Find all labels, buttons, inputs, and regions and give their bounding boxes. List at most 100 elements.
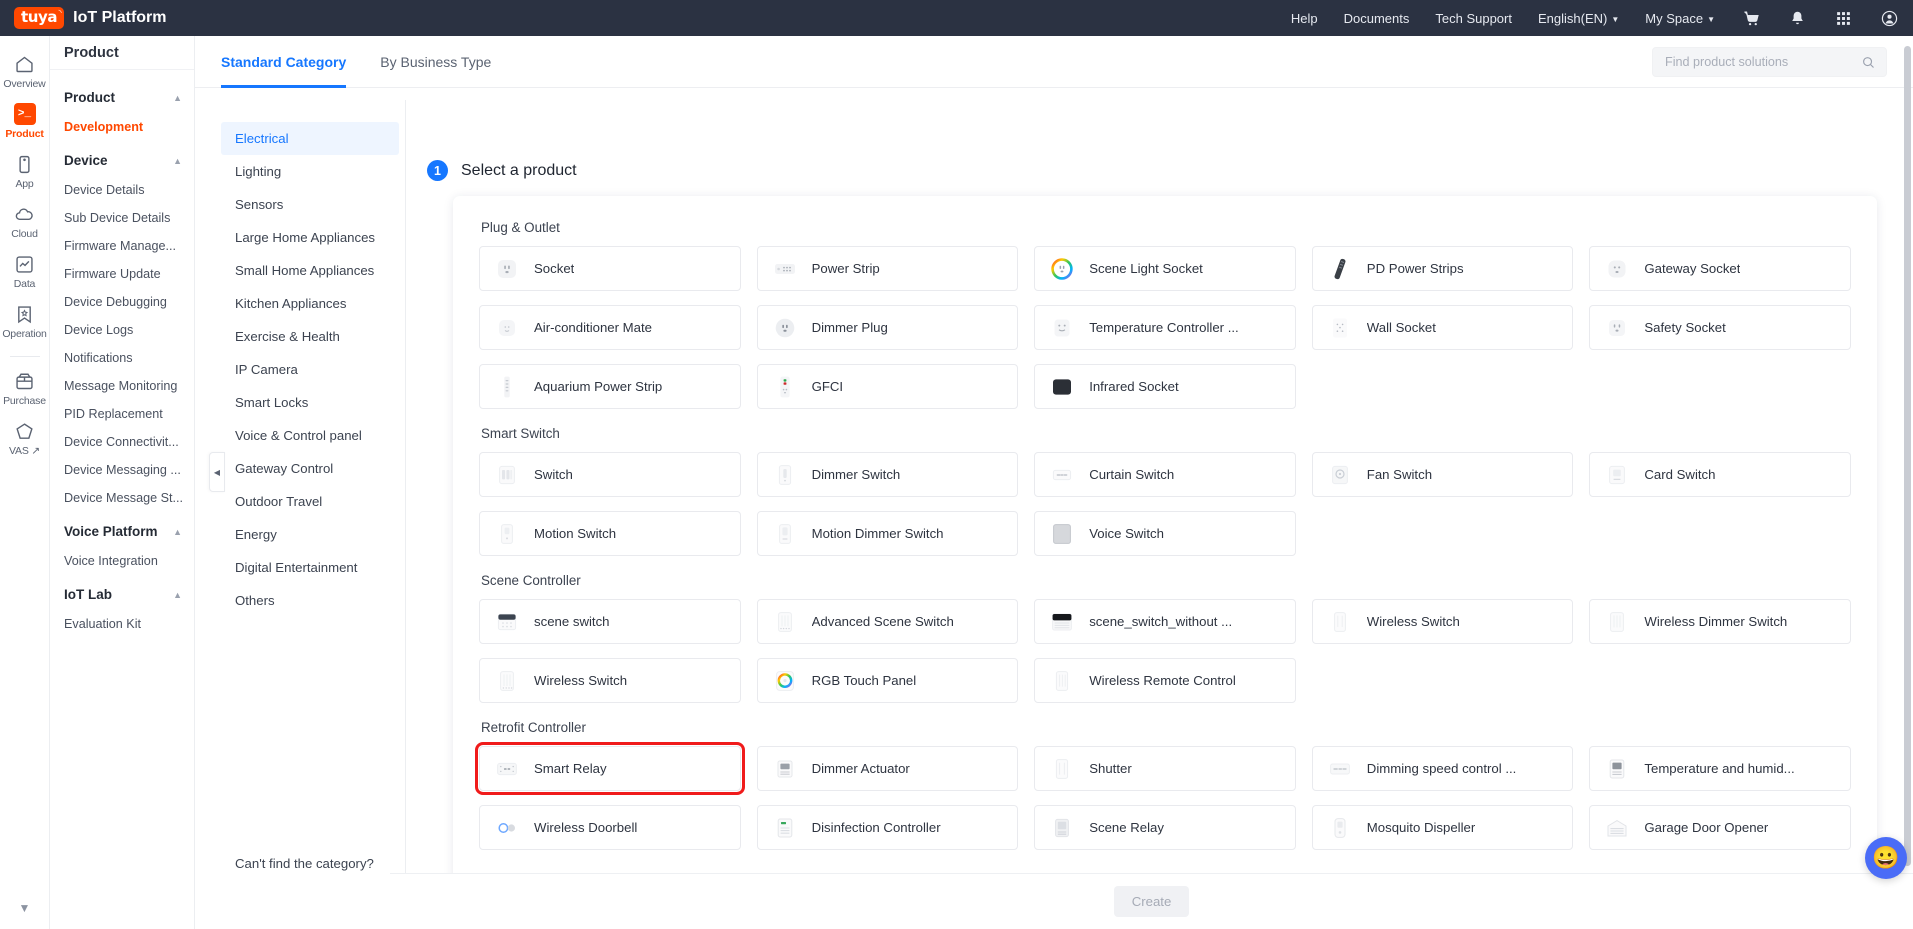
product-tile-fan-switch[interactable]: Fan Switch: [1312, 452, 1574, 497]
rail-item-app[interactable]: App: [0, 146, 50, 196]
sidebar-group-product[interactable]: Product ▲: [50, 78, 194, 113]
sidebar-item-firmware-update[interactable]: Firmware Update: [50, 260, 194, 288]
product-tile-dimmer-switch[interactable]: Dimmer Switch: [757, 452, 1019, 497]
chat-support-widget[interactable]: 😀: [1865, 837, 1907, 879]
category-item-sensors[interactable]: Sensors: [221, 188, 399, 221]
sidebar-item-device-logs[interactable]: Device Logs: [50, 316, 194, 344]
sidebar-item-device-connectivity[interactable]: Device Connectivit...: [50, 428, 194, 456]
product-tile-scene-switch[interactable]: scene switch: [479, 599, 741, 644]
category-item-energy[interactable]: Energy: [221, 518, 399, 551]
category-item-others[interactable]: Others: [221, 584, 399, 617]
sidebar-item-device-debugging[interactable]: Device Debugging: [50, 288, 194, 316]
category-item-small-home-appliances[interactable]: Small Home Appliances: [221, 254, 399, 287]
product-tile-mosquito-dispeller[interactable]: Mosquito Dispeller: [1312, 805, 1574, 850]
product-tile-pd-power-strips[interactable]: PD Power Strips: [1312, 246, 1574, 291]
cant-find-category-link[interactable]: Can't find the category?: [221, 856, 405, 871]
product-tile-card-switch[interactable]: Card Switch: [1589, 452, 1851, 497]
product-tile-scene-relay[interactable]: Scene Relay: [1034, 805, 1296, 850]
category-item-electrical[interactable]: Electrical: [221, 122, 399, 155]
top-link-help[interactable]: Help: [1291, 11, 1318, 26]
rail-item-purchase[interactable]: Purchase: [0, 363, 50, 413]
category-item-gateway-control[interactable]: Gateway Control: [221, 452, 399, 485]
cart-icon[interactable]: [1741, 8, 1761, 28]
sidebar-item-sub-device-details[interactable]: Sub Device Details: [50, 204, 194, 232]
product-tile-gfci[interactable]: GFCI: [757, 364, 1019, 409]
category-item-smart-locks[interactable]: Smart Locks: [221, 386, 399, 419]
product-tile-motion-switch[interactable]: Motion Switch: [479, 511, 741, 556]
rail-item-cloud[interactable]: Cloud: [0, 196, 50, 246]
product-tile-scene-switch-without[interactable]: scene_switch_without ...: [1034, 599, 1296, 644]
search-input[interactable]: [1663, 54, 1861, 70]
product-tile-dimming-speed-control[interactable]: Dimming speed control ...: [1312, 746, 1574, 791]
top-link-tech-support[interactable]: Tech Support: [1435, 11, 1512, 26]
page-scrollbar[interactable]: [1904, 46, 1911, 886]
rail-item-data[interactable]: Data: [0, 246, 50, 296]
sidebar-item-device-details[interactable]: Device Details: [50, 176, 194, 204]
workspace-selector[interactable]: My Space▼: [1645, 11, 1715, 26]
sidebar-item-evaluation-kit[interactable]: Evaluation Kit: [50, 610, 194, 638]
tab-standard-category[interactable]: Standard Category: [221, 36, 346, 88]
category-item-exercise-health[interactable]: Exercise & Health: [221, 320, 399, 353]
category-item-outdoor-travel[interactable]: Outdoor Travel: [221, 485, 399, 518]
brand-logo[interactable]: tuya ◝ IoT Platform: [14, 7, 167, 29]
sidebar-group-device[interactable]: Device ▲: [50, 141, 194, 176]
category-item-kitchen-appliances[interactable]: Kitchen Appliances: [221, 287, 399, 320]
sidebar-item-message-monitoring[interactable]: Message Monitoring: [50, 372, 194, 400]
product-tile-socket[interactable]: Socket: [479, 246, 741, 291]
product-tile-wireless-dimmer-switch[interactable]: Wireless Dimmer Switch: [1589, 599, 1851, 644]
tab-by-business-type[interactable]: By Business Type: [380, 36, 491, 88]
product-tile-temperature-controller[interactable]: Temperature Controller ...: [1034, 305, 1296, 350]
product-search[interactable]: [1652, 47, 1887, 77]
rail-item-product[interactable]: >_ Product: [0, 96, 50, 146]
product-tile-wireless-remote-control[interactable]: Wireless Remote Control: [1034, 658, 1296, 703]
sidebar-item-voice-integration[interactable]: Voice Integration: [50, 547, 194, 575]
category-item-voice-control-panel[interactable]: Voice & Control panel: [221, 419, 399, 452]
rail-item-overview[interactable]: Overview: [0, 46, 50, 96]
rail-item-vas[interactable]: VAS ↗: [0, 413, 50, 463]
category-item-digital-entertainment[interactable]: Digital Entertainment: [221, 551, 399, 584]
product-tile-scene-light-socket[interactable]: Scene Light Socket: [1034, 246, 1296, 291]
product-tile-curtain-switch[interactable]: Curtain Switch: [1034, 452, 1296, 497]
sidebar-group-iot-lab[interactable]: IoT Lab ▲: [50, 575, 194, 610]
category-item-ip-camera[interactable]: IP Camera: [221, 353, 399, 386]
product-tile-motion-dimmer-switch[interactable]: Motion Dimmer Switch: [757, 511, 1019, 556]
top-link-documents[interactable]: Documents: [1344, 11, 1410, 26]
bell-icon[interactable]: [1787, 8, 1807, 28]
scrollbar-thumb[interactable]: [1904, 46, 1911, 866]
sidebar-item-firmware-management[interactable]: Firmware Manage...: [50, 232, 194, 260]
product-tile-infrared-socket[interactable]: Infrared Socket: [1034, 364, 1296, 409]
product-tile-wireless-switch[interactable]: Wireless Switch: [1312, 599, 1574, 644]
rail-item-operation[interactable]: Operation: [0, 296, 50, 346]
sidebar-item-development[interactable]: Development: [50, 113, 194, 141]
rail-collapse-button[interactable]: ▼: [19, 901, 31, 929]
user-avatar-icon[interactable]: [1879, 8, 1899, 28]
category-item-lighting[interactable]: Lighting: [221, 155, 399, 188]
product-tile-gateway-socket[interactable]: Gateway Socket: [1589, 246, 1851, 291]
product-tile-advanced-scene-switch[interactable]: Advanced Scene Switch: [757, 599, 1019, 644]
create-button[interactable]: Create: [1114, 886, 1190, 917]
product-tile-disinfection-controller[interactable]: Disinfection Controller: [757, 805, 1019, 850]
apps-grid-icon[interactable]: [1833, 8, 1853, 28]
product-tile-safety-socket[interactable]: Safety Socket: [1589, 305, 1851, 350]
product-tile-power-strip[interactable]: Power Strip: [757, 246, 1019, 291]
product-tile-garage-door-opener[interactable]: Garage Door Opener: [1589, 805, 1851, 850]
product-tile-wireless-doorbell[interactable]: Wireless Doorbell: [479, 805, 741, 850]
language-selector[interactable]: English(EN)▼: [1538, 11, 1619, 26]
product-tile-voice-switch[interactable]: Voice Switch: [1034, 511, 1296, 556]
sidebar-item-notifications[interactable]: Notifications: [50, 344, 194, 372]
panel-collapse-handle[interactable]: ◀: [209, 452, 225, 492]
product-tile-shutter[interactable]: Shutter: [1034, 746, 1296, 791]
product-tile-wireless-switch-2[interactable]: Wireless Switch: [479, 658, 741, 703]
product-tile-wall-socket[interactable]: Wall Socket: [1312, 305, 1574, 350]
product-tile-air-conditioner-mate[interactable]: Air-conditioner Mate: [479, 305, 741, 350]
sidebar-item-pid-replacement[interactable]: PID Replacement: [50, 400, 194, 428]
product-tile-aquarium-power-strip[interactable]: Aquarium Power Strip: [479, 364, 741, 409]
product-tile-switch[interactable]: Switch: [479, 452, 741, 497]
product-tile-rgb-touch-panel[interactable]: RGB Touch Panel: [757, 658, 1019, 703]
product-tile-dimmer-actuator[interactable]: Dimmer Actuator: [757, 746, 1019, 791]
sidebar-group-voice-platform[interactable]: Voice Platform ▲: [50, 512, 194, 547]
product-tile-dimmer-plug[interactable]: Dimmer Plug: [757, 305, 1019, 350]
sidebar-item-device-messaging[interactable]: Device Messaging ...: [50, 456, 194, 484]
sidebar-item-device-message-status[interactable]: Device Message St...: [50, 484, 194, 512]
product-tile-temperature-and-humidity[interactable]: Temperature and humid...: [1589, 746, 1851, 791]
